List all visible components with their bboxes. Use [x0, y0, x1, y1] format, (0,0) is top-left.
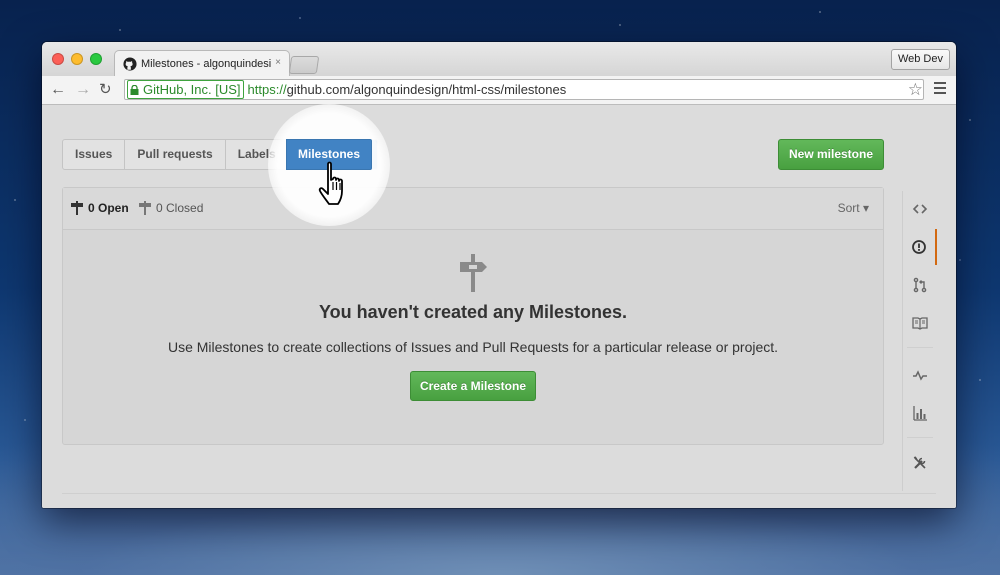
repository-sidebar-nav: [902, 191, 937, 491]
graphs-icon[interactable]: [903, 395, 937, 431]
sort-dropdown[interactable]: Sort ▾: [838, 201, 869, 215]
create-milestone-button[interactable]: Create a Milestone: [410, 371, 536, 401]
reload-icon[interactable]: ↻: [99, 80, 112, 100]
profile-button[interactable]: Web Dev: [890, 49, 950, 70]
closed-count: 0 Closed: [156, 201, 204, 215]
page-content: Issues Pull requests Labels Milestones N…: [42, 105, 956, 508]
tab-strip: Milestones - algonquindesign/html-css × …: [42, 42, 956, 76]
open-milestones-filter[interactable]: 0 Open: [71, 201, 129, 215]
code-icon[interactable]: [903, 191, 937, 227]
browser-menu-icon[interactable]: [934, 82, 946, 97]
open-count: 0 Open: [88, 201, 129, 215]
blankslate: You haven't created any Milestones. Use …: [63, 230, 883, 401]
forward-arrow-icon[interactable]: →: [75, 80, 91, 100]
pull-request-icon[interactable]: [903, 267, 937, 303]
subnav-pull-requests[interactable]: Pull requests: [125, 140, 226, 169]
url-text: https://github.com/algonquindesign/html-…: [248, 82, 567, 97]
milestones-box: 0 Open 0 Closed Sort ▾ You haven't creat…: [62, 187, 884, 445]
settings-icon[interactable]: [903, 445, 937, 481]
footer-divider: [62, 493, 936, 494]
lock-icon: [130, 84, 139, 95]
github-octocat-icon: [123, 56, 137, 71]
browser-tab[interactable]: Milestones - algonquindesign/html-css ×: [114, 50, 290, 76]
milestones-header: 0 Open 0 Closed Sort ▾: [63, 188, 883, 230]
closed-milestones-filter[interactable]: 0 Closed: [139, 201, 203, 215]
milestone-signpost-icon: [460, 254, 487, 292]
minimize-window-button[interactable]: [71, 53, 83, 65]
subnav-issues[interactable]: Issues: [63, 140, 126, 169]
tab-close-icon[interactable]: ×: [275, 57, 281, 68]
url-path: github.com/algonquindesign/html-css/mile…: [286, 82, 567, 97]
milestone-icon: [139, 201, 151, 215]
wiki-icon[interactable]: [903, 305, 937, 341]
blankslate-title: You haven't created any Milestones.: [318, 302, 628, 322]
nav-divider: [907, 347, 933, 348]
blankslate-description: Use Milestones to create collections of …: [167, 339, 779, 355]
issues-icon[interactable]: [903, 229, 937, 265]
pulse-icon[interactable]: [903, 357, 937, 393]
tab-title: Milestones - algonquindesign/html-css: [141, 57, 271, 70]
url-scheme: https://: [247, 82, 287, 97]
hand-pointer-cursor-icon: [318, 161, 343, 205]
browser-window: Milestones - algonquindesign/html-css × …: [42, 42, 956, 508]
zoom-window-button[interactable]: [90, 53, 102, 65]
back-arrow-icon[interactable]: ←: [50, 80, 66, 100]
ev-certificate-badge[interactable]: GitHub, Inc. [US]: [127, 80, 244, 99]
ev-label: GitHub, Inc. [US]: [143, 82, 241, 97]
close-window-button[interactable]: [52, 53, 64, 65]
new-tab-button[interactable]: [288, 56, 320, 74]
milestone-icon: [71, 201, 83, 215]
new-milestone-button[interactable]: New milestone: [778, 139, 884, 170]
nav-divider: [907, 437, 933, 438]
address-bar[interactable]: GitHub, Inc. [US] https://github.com/alg…: [124, 79, 924, 100]
bookmark-star-icon[interactable]: ☆: [908, 80, 923, 100]
subnav-labels[interactable]: Labels: [226, 140, 289, 169]
browser-toolbar: ← → ↻ GitHub, Inc. [US] https://github.c…: [42, 76, 956, 105]
